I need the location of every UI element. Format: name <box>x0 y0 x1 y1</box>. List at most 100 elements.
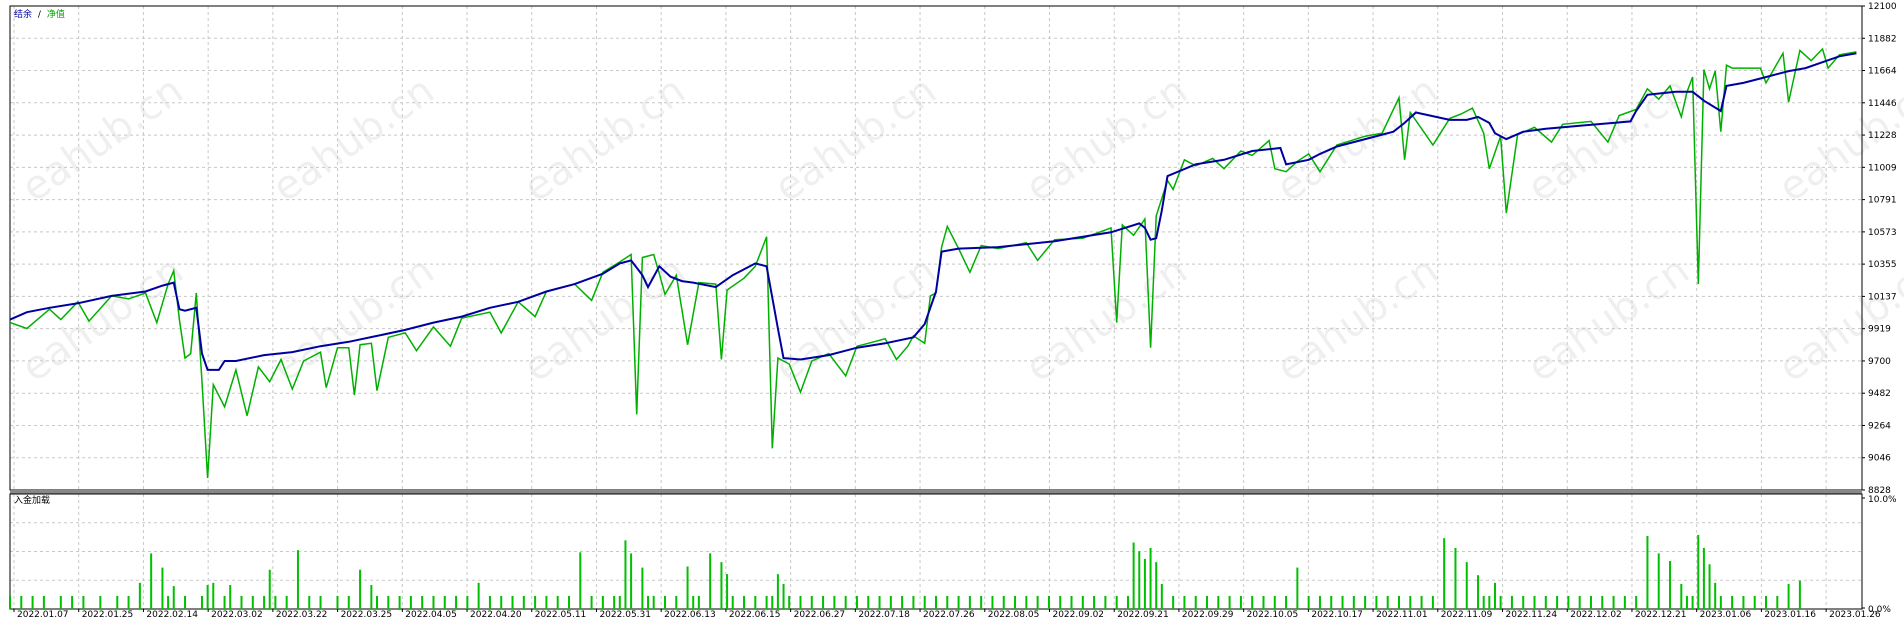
deposit-bar <box>150 553 153 609</box>
deposit-bar <box>720 562 723 609</box>
deposit-bar <box>1702 547 1705 609</box>
deposit-bar <box>240 595 243 609</box>
deposit-bar <box>1669 561 1672 609</box>
deposit-bar <box>42 595 45 609</box>
deposit-bar <box>359 569 362 609</box>
deposit-bar <box>935 595 937 609</box>
deposit-bar <box>1765 595 1768 609</box>
deposit-bar <box>1465 562 1468 609</box>
y-tick-label: 10573 <box>1868 228 1897 238</box>
deposit-bar <box>1081 595 1084 609</box>
x-tick-label: 2022.11.01 <box>1376 610 1428 618</box>
deposit-bar <box>624 540 627 609</box>
deposit-bar <box>1798 580 1801 609</box>
deposit-bar <box>1420 595 1423 609</box>
deposit-bar <box>946 595 949 609</box>
deposit-bar <box>172 586 175 609</box>
deposit-bar <box>138 582 141 609</box>
deposit-bar <box>336 595 339 609</box>
deposit-bar <box>167 595 170 609</box>
deposit-bar <box>980 595 983 609</box>
deposit-bar <box>810 595 813 609</box>
deposit-bar <box>1352 595 1355 609</box>
deposit-bar <box>488 595 491 609</box>
x-tick-label: 2023.01.26 <box>1829 610 1881 618</box>
deposit-bar <box>1155 562 1158 609</box>
x-tick-label: 2022.04.20 <box>470 610 522 618</box>
deposit-bar <box>1206 595 1209 609</box>
x-tick-label: 2022.08.05 <box>988 610 1040 618</box>
deposit-bar <box>1533 595 1536 609</box>
deposit-bar <box>545 595 548 609</box>
deposit-bar <box>1646 535 1649 609</box>
deposit-bar <box>912 595 915 609</box>
deposit-bar <box>1714 582 1717 609</box>
deposit-bar <box>127 595 130 609</box>
y-tick-label: 12100 <box>1868 2 1897 12</box>
deposit-bar <box>889 595 892 609</box>
deposit-bar <box>1262 595 1265 609</box>
deposit-bar <box>1160 583 1163 609</box>
deposit-bar <box>200 595 203 609</box>
deposit-bar <box>1239 595 1242 609</box>
deposit-bar <box>1787 583 1790 609</box>
deposit-bar <box>347 595 350 609</box>
x-tick-label: 2022.10.17 <box>1311 610 1363 618</box>
x-tick-label: 2022.05.11 <box>535 610 587 618</box>
x-tick-label: 2022.04.05 <box>405 610 457 618</box>
deposit-bar <box>1544 595 1547 609</box>
deposit-bar <box>116 595 119 609</box>
deposit-bar <box>1104 595 1107 609</box>
deposit-bar <box>522 595 525 609</box>
deposit-bar <box>1493 582 1496 609</box>
y-tick-label: 11228 <box>1868 131 1897 141</box>
deposit-bar <box>1251 595 1254 609</box>
deposit-bar <box>647 595 650 609</box>
deposit-bar <box>1093 595 1096 609</box>
x-tick-label: 2022.11.09 <box>1441 610 1493 618</box>
deposit-bar <box>1488 595 1491 609</box>
deposit-bar <box>398 595 401 609</box>
deposit-bar <box>1482 595 1485 609</box>
deposit-bar <box>1132 542 1135 609</box>
deposit-bar <box>855 595 858 609</box>
deposit-bar <box>387 595 390 609</box>
deposit-bar <box>466 595 469 609</box>
deposit-bar <box>82 595 85 609</box>
deposit-bar <box>71 595 74 609</box>
deposit-bar <box>455 595 458 609</box>
deposit-bar <box>1612 595 1615 609</box>
deposit-bar <box>285 595 288 609</box>
deposit-bar <box>1589 595 1592 609</box>
deposit-bar <box>1183 595 1186 609</box>
deposit-bar <box>1657 553 1660 609</box>
deposit-bar <box>161 567 164 609</box>
deposit-bar <box>663 595 666 609</box>
x-tick-label: 2022.02.14 <box>146 610 198 618</box>
deposit-bar <box>613 595 616 609</box>
deposit-bar <box>31 595 34 609</box>
deposit-bar <box>99 595 102 609</box>
deposit-bar <box>268 569 271 609</box>
deposit-bar <box>923 595 926 609</box>
deposit-bar <box>1556 595 1559 609</box>
deposit-bar <box>1697 534 1700 609</box>
deposit-bar <box>641 567 644 609</box>
deposit-bar <box>652 595 655 609</box>
deposit-bar <box>1036 595 1039 609</box>
deposit-bar <box>409 595 412 609</box>
y-tick-label: 10137 <box>1868 292 1897 302</box>
y-tick-label: 10791 <box>1868 196 1897 206</box>
deposit-bar <box>1742 595 1745 609</box>
deposit-bar <box>319 595 322 609</box>
deposit-bar <box>1454 547 1457 609</box>
x-tick-label: 2022.10.05 <box>1247 610 1299 618</box>
deposit-bar <box>376 595 379 609</box>
deposit-bar <box>1776 595 1779 609</box>
x-tick-label: 2022.12.21 <box>1635 610 1687 618</box>
deposit-bar <box>1285 595 1288 609</box>
deposit-bar <box>1708 564 1711 609</box>
deposit-bar <box>1025 595 1028 609</box>
deposit-bar <box>263 595 266 609</box>
deposit-bar <box>184 595 187 609</box>
